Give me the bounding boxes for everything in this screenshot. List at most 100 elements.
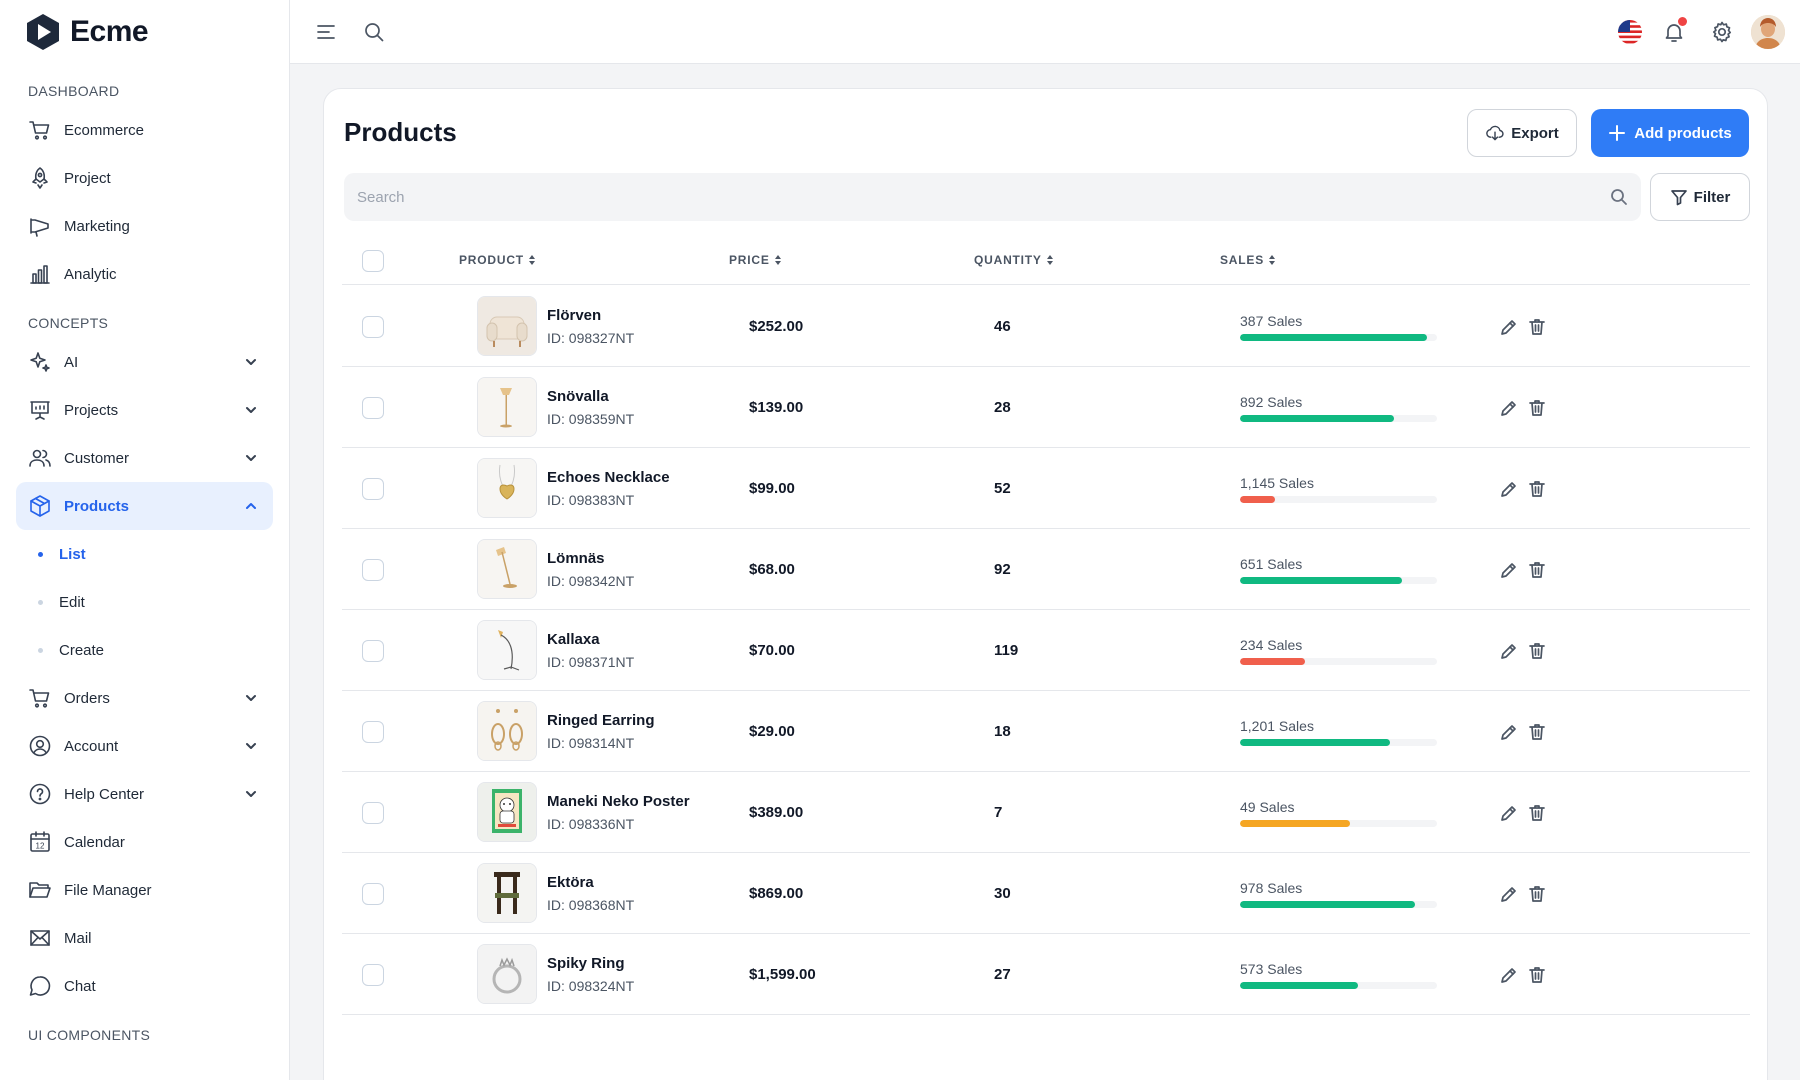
edit-pencil-icon[interactable] [1499,722,1519,742]
sales-progress-fill [1240,982,1359,989]
delete-trash-icon[interactable] [1527,398,1547,418]
sidebar-item-label: AI [64,353,79,371]
filter-button[interactable]: Filter [1650,173,1750,221]
chevron-down-icon [243,690,259,706]
column-header-quantity[interactable]: QUANTITY [974,253,1054,267]
sidebar-item-products[interactable]: Products [16,482,273,530]
edit-pencil-icon[interactable] [1499,641,1519,661]
edit-pencil-icon[interactable] [1499,479,1519,499]
edit-pencil-icon[interactable] [1499,965,1519,985]
sidebar-item-orders[interactable]: Orders [16,674,273,722]
rocket-icon [28,166,52,190]
select-all-checkbox[interactable] [362,250,384,272]
delete-trash-icon[interactable] [1527,722,1547,742]
sidebar-subitem-edit[interactable]: Edit [16,578,273,626]
mail-icon [28,926,52,950]
sidebar-item-ai[interactable]: AI [16,338,273,386]
column-header-price[interactable]: PRICE [729,253,782,267]
row-checkbox[interactable] [362,559,384,581]
search-icon[interactable] [1609,187,1629,207]
search-icon[interactable] [362,20,386,44]
delete-trash-icon[interactable] [1527,317,1547,337]
sidebar-item-ecommerce[interactable]: Ecommerce [16,106,273,154]
svg-text:12: 12 [36,842,45,851]
table-row[interactable]: Echoes Necklace ID: 098383NT $99.00 52 1… [342,448,1750,529]
search-input[interactable] [344,173,1641,221]
delete-trash-icon[interactable] [1527,641,1547,661]
product-name[interactable]: Snövalla [547,388,609,405]
table-row[interactable]: Ringed Earring ID: 098314NT $29.00 18 1,… [342,691,1750,772]
chevron-down-icon [243,738,259,754]
product-price: $99.00 [749,480,795,497]
chevron-down-icon [243,354,259,370]
sidebar-item-project[interactable]: Project [16,154,273,202]
table-row[interactable]: Snövalla ID: 098359NT $139.00 28 892 Sal… [342,367,1750,448]
row-checkbox[interactable] [362,640,384,662]
sales-progress-bar [1240,334,1437,341]
sidebar-item-marketing[interactable]: Marketing [16,202,273,250]
edit-pencil-icon[interactable] [1499,398,1519,418]
product-id: ID: 098359NT [547,411,635,427]
product-id: ID: 098368NT [547,897,635,913]
edit-pencil-icon[interactable] [1499,803,1519,823]
row-checkbox[interactable] [362,802,384,824]
sidebar-item-chat[interactable]: Chat [16,962,273,1010]
product-id: ID: 098327NT [547,330,635,346]
menu-icon[interactable] [314,20,338,44]
sidebar-item-account[interactable]: Account [16,722,273,770]
delete-trash-icon[interactable] [1527,803,1547,823]
sidebar-subitem-list[interactable]: List [16,530,273,578]
table-row[interactable]: Spiky Ring ID: 098324NT $1,599.00 27 573… [342,934,1750,1015]
avatar[interactable] [1751,15,1785,49]
column-label: PRICE [729,253,770,267]
sidebar-item-calendar[interactable]: 12 Calendar [16,818,273,866]
row-checkbox[interactable] [362,316,384,338]
sales-progress-bar [1240,820,1437,827]
row-checkbox[interactable] [362,721,384,743]
product-name[interactable]: Echoes Necklace [547,469,670,486]
gear-icon[interactable] [1710,20,1734,44]
sidebar-subitem-create[interactable]: Create [16,626,273,674]
export-button[interactable]: Export [1467,109,1577,157]
bell-icon[interactable] [1662,17,1687,44]
sales-progress-bar [1240,901,1437,908]
delete-trash-icon[interactable] [1527,560,1547,580]
table-row[interactable]: Lömnäs ID: 098342NT $68.00 92 651 Sales [342,529,1750,610]
product-sales: 49 Sales [1240,799,1295,815]
row-checkbox[interactable] [362,883,384,905]
sidebar-item-help-center[interactable]: Help Center [16,770,273,818]
table-row[interactable]: Kallaxa ID: 098371NT $70.00 119 234 Sale… [342,610,1750,691]
product-name[interactable]: Ektöra [547,874,594,891]
product-name[interactable]: Ringed Earring [547,712,655,729]
sidebar-item-analytic[interactable]: Analytic [16,250,273,298]
row-checkbox[interactable] [362,964,384,986]
edit-pencil-icon[interactable] [1499,560,1519,580]
delete-trash-icon[interactable] [1527,479,1547,499]
product-name[interactable]: Spiky Ring [547,955,625,972]
column-header-sales[interactable]: SALES [1220,253,1276,267]
product-thumbnail [477,296,537,356]
product-id: ID: 098336NT [547,816,635,832]
row-checkbox[interactable] [362,397,384,419]
table-row[interactable]: Ektöra ID: 098368NT $869.00 30 978 Sales [342,853,1750,934]
product-name[interactable]: Maneki Neko Poster [547,793,690,810]
column-header-product[interactable]: PRODUCT [459,253,536,267]
sidebar-item-customer[interactable]: Customer [16,434,273,482]
sidebar-item-projects[interactable]: Projects [16,386,273,434]
sidebar-item-file-manager[interactable]: File Manager [16,866,273,914]
edit-pencil-icon[interactable] [1499,884,1519,904]
table-row[interactable]: Maneki Neko Poster ID: 098336NT $389.00 … [342,772,1750,853]
flag-us-icon[interactable] [1617,19,1643,45]
row-checkbox[interactable] [362,478,384,500]
table-row[interactable]: Flörven ID: 098327NT $252.00 46 387 Sale… [342,286,1750,367]
add-products-button[interactable]: Add products [1591,109,1749,157]
logo[interactable]: Ecme [0,0,289,64]
product-name[interactable]: Flörven [547,307,601,324]
delete-trash-icon[interactable] [1527,884,1547,904]
edit-pencil-icon[interactable] [1499,317,1519,337]
sidebar-item-mail[interactable]: Mail [16,914,273,962]
product-name[interactable]: Lömnäs [547,550,605,567]
product-name[interactable]: Kallaxa [547,631,600,648]
product-thumbnail [477,944,537,1004]
delete-trash-icon[interactable] [1527,965,1547,985]
